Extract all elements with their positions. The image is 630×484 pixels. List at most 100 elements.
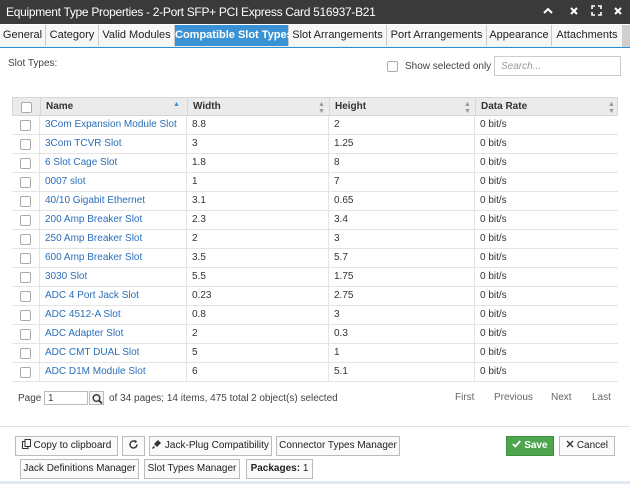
row-name-link[interactable]: 200 Amp Breaker Slot xyxy=(39,211,186,229)
row-data-rate: 0 bit/s xyxy=(474,268,618,286)
row-checkbox[interactable] xyxy=(20,253,31,264)
table-row[interactable]: 3Com TCVR Slot 3 1.25 0 bit/s xyxy=(12,135,618,154)
row-name-link[interactable]: 600 Amp Breaker Slot xyxy=(39,249,186,267)
first-page-link[interactable]: First xyxy=(455,392,474,403)
tab-scrollbar[interactable] xyxy=(622,25,630,47)
row-checkbox[interactable] xyxy=(20,272,31,283)
table-row[interactable]: 3030 Slot 5.5 1.75 0 bit/s xyxy=(12,268,618,287)
page-number-input[interactable]: 1 xyxy=(44,391,88,405)
row-name-link[interactable]: ADC CMT DUAL Slot xyxy=(39,344,186,362)
table-row[interactable]: 3Com Expansion Module Slot 8.8 2 0 bit/s xyxy=(12,116,618,135)
row-checkbox[interactable] xyxy=(20,120,31,131)
row-height: 8 xyxy=(328,154,474,172)
table-row[interactable]: 0007 slot 1 7 0 bit/s xyxy=(12,173,618,192)
row-checkbox[interactable] xyxy=(20,158,31,169)
jack-definitions-manager-button[interactable]: Jack Definitions Manager xyxy=(20,459,139,479)
table-row[interactable]: ADC Adapter Slot 2 0.3 0 bit/s xyxy=(12,325,618,344)
row-name-link[interactable]: ADC 4512-A Slot xyxy=(39,306,186,324)
page-go-button[interactable] xyxy=(89,391,104,405)
refresh-button[interactable] xyxy=(122,436,145,456)
tab-appearance[interactable]: Appearance xyxy=(487,25,552,46)
next-page-link[interactable]: Next xyxy=(551,392,572,403)
table-row[interactable]: ADC 4 Port Jack Slot 0.23 2.75 0 bit/s xyxy=(12,287,618,306)
row-checkbox[interactable] xyxy=(20,367,31,378)
close-icon[interactable] xyxy=(566,4,582,20)
row-data-rate: 0 bit/s xyxy=(474,306,618,324)
row-width: 3 xyxy=(186,135,328,153)
column-header-width[interactable]: Width xyxy=(187,98,329,116)
row-name-link[interactable]: ADC 4 Port Jack Slot xyxy=(39,287,186,305)
table-row[interactable]: ADC 4512-A Slot 0.8 3 0 bit/s xyxy=(12,306,618,325)
maximize-icon[interactable] xyxy=(588,4,604,20)
tab-compatible-slot-types[interactable]: Compatible Slot Types xyxy=(175,25,293,46)
column-header-name[interactable]: Name xyxy=(40,98,187,116)
row-height: 1.75 xyxy=(328,268,474,286)
row-name-link[interactable]: 6 Slot Cage Slot xyxy=(39,154,186,172)
table-row[interactable]: ADC CMT DUAL Slot 5 1 0 bit/s xyxy=(12,344,618,363)
tab-category[interactable]: Category xyxy=(46,25,99,46)
row-name-link[interactable]: ADC Adapter Slot xyxy=(39,325,186,343)
checkmark-icon xyxy=(512,440,522,451)
sort-ascending-icon: ▲ xyxy=(173,101,180,108)
help-icon[interactable] xyxy=(610,4,626,20)
row-name-link[interactable]: 250 Amp Breaker Slot xyxy=(39,230,186,248)
row-checkbox[interactable] xyxy=(20,196,31,207)
column-header-data-rate[interactable]: Data Rate xyxy=(475,98,619,116)
column-header-height[interactable]: Height xyxy=(329,98,475,116)
last-page-link[interactable]: Last xyxy=(592,392,611,403)
table-row[interactable]: 600 Amp Breaker Slot 3.5 5.7 0 bit/s xyxy=(12,249,618,268)
search-input[interactable]: Search... xyxy=(494,56,621,76)
row-checkbox[interactable] xyxy=(20,348,31,359)
tab-valid-modules[interactable]: Valid Modules xyxy=(99,25,175,46)
title-bar: Equipment Type Properties - 2-Port SFP+ … xyxy=(0,0,630,24)
row-checkbox[interactable] xyxy=(20,215,31,226)
table-row[interactable]: ADC D1M Module Slot 6 5.1 0 bit/s xyxy=(12,363,618,382)
show-selected-checkbox[interactable] xyxy=(387,61,398,72)
pager: Page 1 of 34 pages; 14 items, 475 total … xyxy=(12,390,618,408)
row-name-link[interactable]: 40/10 Gigabit Ethernet xyxy=(39,192,186,210)
tab-attachments[interactable]: Attachments xyxy=(552,25,623,46)
row-checkbox[interactable] xyxy=(20,291,31,302)
row-checkbox[interactable] xyxy=(20,329,31,340)
sort-icon: ▲ ▼ xyxy=(318,101,325,115)
row-name-link[interactable]: 3030 Slot xyxy=(39,268,186,286)
packages-button[interactable]: Packages: 1 xyxy=(246,459,313,479)
row-data-rate: 0 bit/s xyxy=(474,249,618,267)
table-row[interactable]: 40/10 Gigabit Ethernet 3.1 0.65 0 bit/s xyxy=(12,192,618,211)
row-width: 2 xyxy=(186,325,328,343)
row-width: 6 xyxy=(186,363,328,381)
row-checkbox[interactable] xyxy=(20,234,31,245)
row-name-link[interactable]: ADC D1M Module Slot xyxy=(39,363,186,381)
row-data-rate: 0 bit/s xyxy=(474,173,618,191)
previous-page-link[interactable]: Previous xyxy=(494,392,533,403)
row-name-link[interactable]: 0007 slot xyxy=(39,173,186,191)
select-all-checkbox[interactable] xyxy=(21,102,32,113)
connector-types-manager-button[interactable]: Connector Types Manager xyxy=(276,436,400,456)
row-height: 3.4 xyxy=(328,211,474,229)
copy-to-clipboard-button[interactable]: Copy to clipboard xyxy=(15,436,118,456)
tab-general[interactable]: General xyxy=(0,25,46,46)
slot-types-manager-button[interactable]: Slot Types Manager xyxy=(144,459,240,479)
row-data-rate: 0 bit/s xyxy=(474,344,618,362)
chevron-up-icon[interactable] xyxy=(540,4,556,20)
tab-port-arrangements[interactable]: Port Arrangements xyxy=(387,25,487,46)
save-button[interactable]: Save xyxy=(506,436,554,456)
table-row[interactable]: 200 Amp Breaker Slot 2.3 3.4 0 bit/s xyxy=(12,211,618,230)
window-title: Equipment Type Properties - 2-Port SFP+ … xyxy=(6,5,376,19)
row-name-link[interactable]: 3Com Expansion Module Slot xyxy=(39,116,186,134)
section-label: Slot Types: xyxy=(8,58,58,69)
page-label: Page xyxy=(18,393,42,404)
selection-count: 2 object(s) selected xyxy=(251,393,338,404)
sort-icon: ▲ ▼ xyxy=(464,101,471,115)
jack-plug-compatibility-button[interactable]: Jack-Plug Compatibility xyxy=(149,436,272,456)
row-name-link[interactable]: 3Com TCVR Slot xyxy=(39,135,186,153)
tab-slot-arrangements[interactable]: Slot Arrangements xyxy=(289,25,387,46)
row-checkbox[interactable] xyxy=(20,139,31,150)
row-checkbox[interactable] xyxy=(20,310,31,321)
cancel-button[interactable]: Cancel xyxy=(559,436,615,456)
show-selected-label: Show selected only xyxy=(405,61,492,72)
table-row[interactable]: 250 Amp Breaker Slot 2 3 0 bit/s xyxy=(12,230,618,249)
table-row[interactable]: 6 Slot Cage Slot 1.8 8 0 bit/s xyxy=(12,154,618,173)
row-checkbox[interactable] xyxy=(20,177,31,188)
row-data-rate: 0 bit/s xyxy=(474,230,618,248)
